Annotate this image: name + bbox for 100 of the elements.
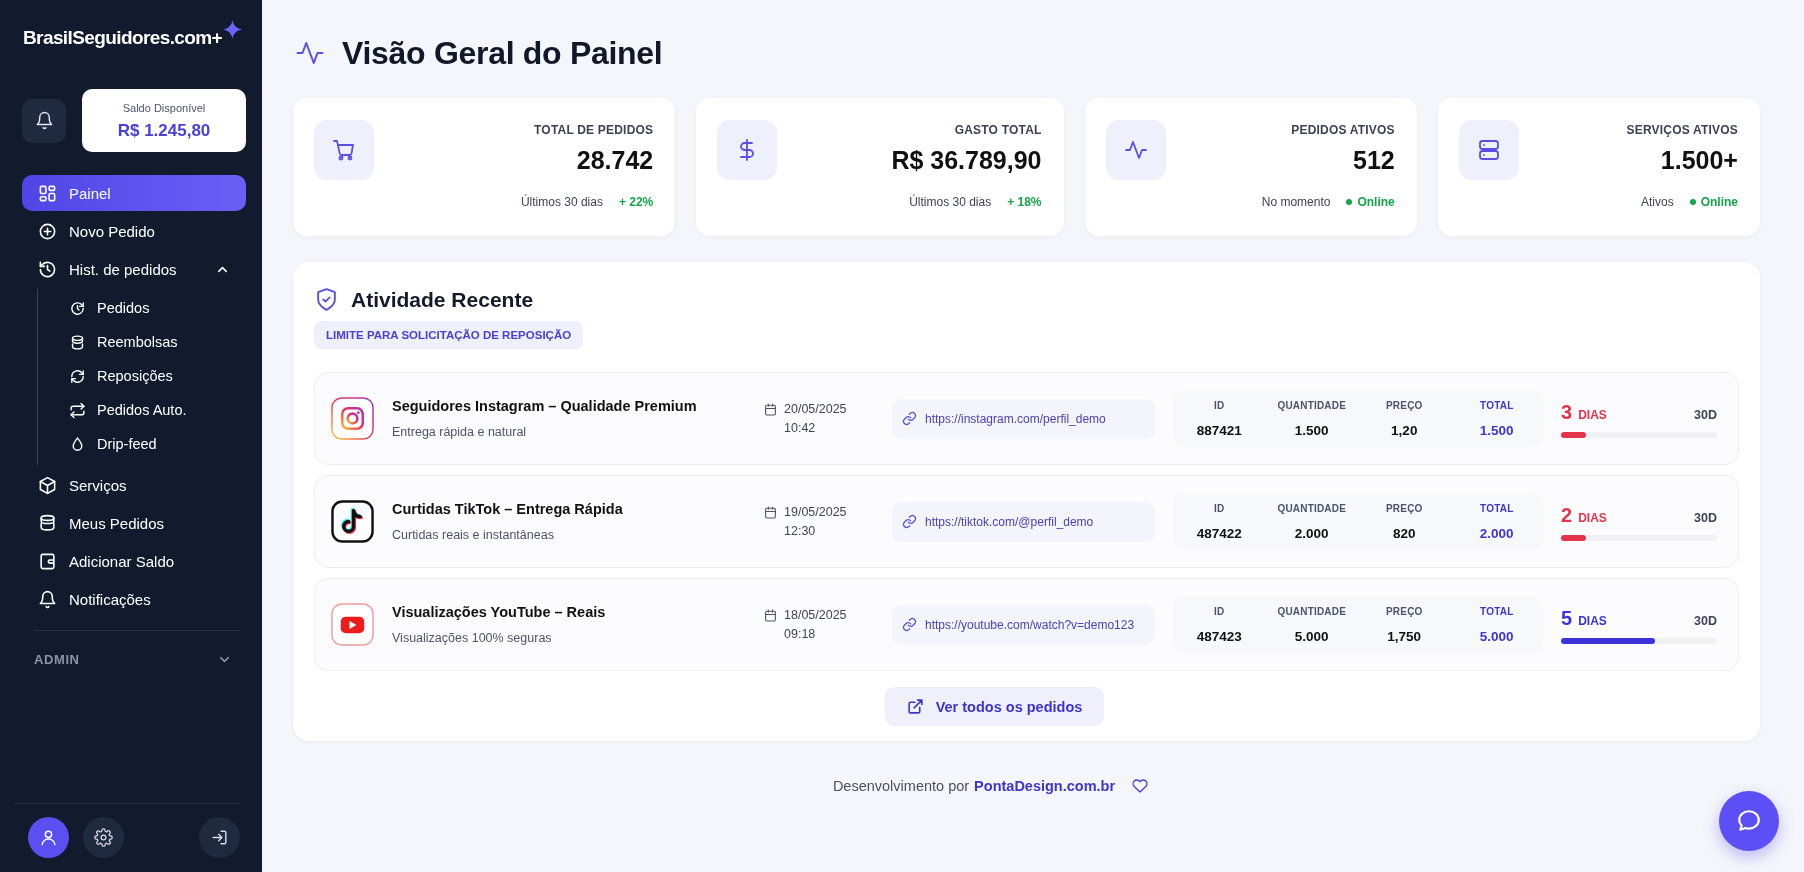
link-icon xyxy=(902,617,917,632)
metric-label: PREÇO xyxy=(1385,604,1423,618)
order-time: 10:42 xyxy=(784,419,817,437)
view-all-button[interactable]: Ver todos os pedidos xyxy=(884,687,1105,726)
order-time: 12:30 xyxy=(784,522,817,540)
history-icon xyxy=(38,259,57,279)
nav-subitem[interactable]: Reposições xyxy=(38,359,246,393)
status-dot-icon xyxy=(1689,199,1696,205)
nav-item[interactable]: Hist. de pedidos xyxy=(22,251,246,287)
calendar-icon xyxy=(764,608,777,622)
stat-label: TOTAL DE PEDIDOS xyxy=(534,122,654,138)
stat-value: 512 xyxy=(1353,145,1395,175)
days-limit: 30D xyxy=(1694,613,1717,628)
metric-value: 5.000 xyxy=(1479,627,1514,645)
nav-item[interactable]: Serviços xyxy=(22,467,246,503)
server-icon xyxy=(1458,120,1519,180)
metric-label: QUANTIDADE xyxy=(1277,604,1347,618)
logo-text: BrasilSeguidores.com+ xyxy=(23,26,223,50)
chat-icon xyxy=(1736,808,1762,834)
link-icon xyxy=(902,411,917,426)
metric-label: QUANTIDADE xyxy=(1277,398,1347,412)
metric-label: ID xyxy=(1214,501,1225,515)
order-title: Curtidas TikTok – Entrega Rápida xyxy=(392,500,624,518)
metric-label: TOTAL xyxy=(1480,501,1514,515)
nav-subitem[interactable]: Pedidos xyxy=(38,291,246,325)
nav-item[interactable]: Adicionar Saldo xyxy=(22,543,246,579)
order-subtitle: Curtidas reais e instantâneas xyxy=(392,527,555,543)
order-title: Visualizações YouTube – Reais xyxy=(392,603,607,621)
balance-label: Saldo Disponível xyxy=(122,100,206,115)
wallet-icon xyxy=(38,551,57,571)
days-unit: DIAS xyxy=(1578,510,1607,525)
metric-value: 487423 xyxy=(1196,627,1242,645)
refresh-icon xyxy=(69,367,86,385)
stat-value: 28.742 xyxy=(576,145,654,175)
metric-label: QUANTIDADE xyxy=(1277,501,1347,515)
stat-value: R$ 36.789,90 xyxy=(891,145,1042,175)
order-subtitle: Entrega rápida e natural xyxy=(392,424,528,440)
pulse-icon xyxy=(1105,120,1166,180)
days-limit: 30D xyxy=(1694,510,1717,525)
stat-note: Últimos 30 dias xyxy=(520,194,603,210)
play-icon xyxy=(331,603,374,646)
order-date: 18/05/2025 xyxy=(784,606,847,624)
credit-link[interactable]: PontaDesign.com.br xyxy=(974,776,1116,796)
nav-item[interactable]: Painel xyxy=(22,175,246,211)
settings-button[interactable] xyxy=(83,817,124,858)
page-title: Visão Geral do Painel xyxy=(342,34,663,72)
metric-value: 1,20 xyxy=(1391,421,1418,439)
heart-icon xyxy=(1132,778,1149,794)
nav-subitem[interactable]: Pedidos Auto. xyxy=(38,393,246,427)
order-date: 20/05/2025 xyxy=(784,400,847,418)
profile-button[interactable] xyxy=(28,817,69,858)
link-icon xyxy=(902,514,917,529)
metric-value: 820 xyxy=(1393,524,1416,542)
repeat-icon xyxy=(69,401,86,419)
external-link-icon xyxy=(906,698,924,715)
metric-value: 2.000 xyxy=(1479,524,1514,542)
bell-icon xyxy=(38,589,57,609)
nav-subitem[interactable]: Reembolsas xyxy=(38,325,246,359)
nav-item[interactable]: Meus Pedidos xyxy=(22,505,246,541)
order-date: 19/05/2025 xyxy=(784,503,847,521)
order-link[interactable]: https://tiktok.com/@perfil_demo xyxy=(892,501,1155,542)
user-icon xyxy=(39,828,58,847)
stat-note: No momento xyxy=(1261,194,1331,210)
stat-label: PEDIDOS ATIVOS xyxy=(1291,122,1395,138)
nav-subitem[interactable]: Drip-feed xyxy=(38,427,246,461)
stat-note: Últimos 30 dias xyxy=(909,194,992,210)
bell-icon xyxy=(34,111,54,130)
order-link[interactable]: https://instagram.com/perfil_demo xyxy=(892,398,1155,439)
nav-item[interactable]: Notificações xyxy=(22,581,246,617)
metric-label: ID xyxy=(1214,604,1225,618)
metric-label: ID xyxy=(1214,398,1225,412)
days-unit: DIAS xyxy=(1578,613,1607,628)
nav-item[interactable]: Novo Pedido xyxy=(22,213,246,249)
days-count: 5 xyxy=(1561,605,1573,630)
trend-value: + 22% xyxy=(618,194,654,210)
dollar-icon xyxy=(717,120,778,180)
stat-value: 1.500+ xyxy=(1660,145,1738,175)
sparkle-icon xyxy=(223,20,243,39)
camera-icon xyxy=(331,397,374,440)
shield-check-icon xyxy=(314,286,339,313)
settings-icon xyxy=(94,828,113,847)
stat-note: Ativos xyxy=(1640,194,1674,210)
metric-value: 887421 xyxy=(1196,421,1242,439)
status-text: Online xyxy=(1700,194,1738,210)
order-link[interactable]: https://youtube.com/watch?v=demo123 xyxy=(892,604,1155,645)
grid-icon xyxy=(38,183,57,203)
clock-arrow-icon xyxy=(69,299,86,317)
balance-value: R$ 1.245,80 xyxy=(117,119,211,141)
days-count: 3 xyxy=(1561,399,1573,424)
chat-button[interactable] xyxy=(1719,791,1779,851)
status-dot-icon xyxy=(1346,199,1353,205)
stack-icon xyxy=(38,513,57,533)
section-toggle[interactable]: ADMIN xyxy=(22,645,246,673)
logout-button[interactable] xyxy=(199,817,240,858)
metric-value: 2.000 xyxy=(1294,524,1329,542)
days-unit: DIAS xyxy=(1578,407,1607,422)
metric-value: 5.000 xyxy=(1294,627,1329,645)
notifications-button[interactable] xyxy=(22,98,66,143)
limit-badge: LIMITE PARA SOLICITAÇÃO DE REPOSIÇÃO xyxy=(314,321,584,349)
stat-label: GASTO TOTAL xyxy=(954,122,1042,138)
